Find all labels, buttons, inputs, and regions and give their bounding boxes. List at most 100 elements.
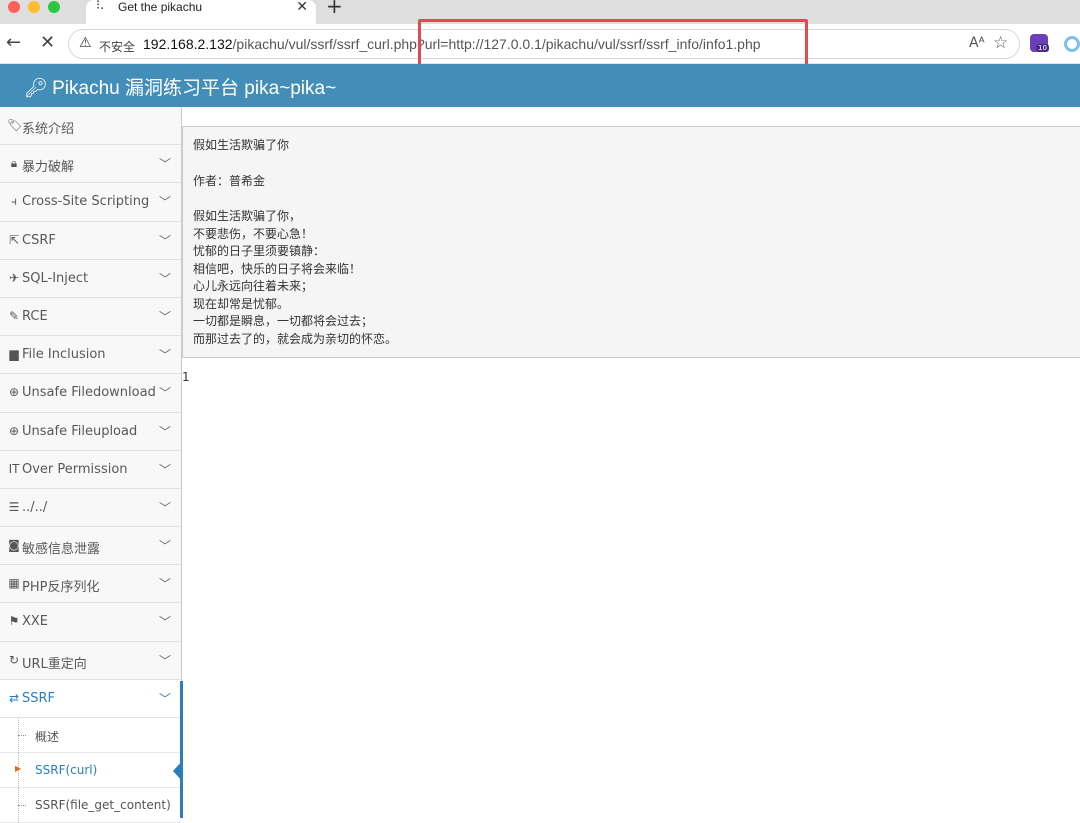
text-cursor-icon: IT bbox=[8, 461, 20, 476]
chevron-down-icon: ﹀ bbox=[158, 233, 171, 248]
sidebar-item-label: 系统介绍 bbox=[22, 122, 75, 137]
sidebar-item-path-traversal[interactable]: ☰ ../../ ﹀ bbox=[0, 488, 181, 528]
chevron-down-icon: ﹀ bbox=[158, 577, 171, 592]
poem-line: 忧郁的日子里须要镇静： bbox=[193, 244, 326, 258]
sidebar-item-label: Cross-Site Scripting bbox=[22, 194, 150, 210]
key-icon: 🔑︎ bbox=[24, 77, 49, 99]
tree-branch bbox=[18, 735, 26, 736]
sidebar-subitem-ssrf-curl[interactable]: ▶ SSRF(curl) bbox=[0, 753, 183, 788]
stop-loading-icon[interactable]: ✕ bbox=[40, 32, 55, 54]
poem-line: 现在却常是忧郁。 bbox=[193, 296, 290, 311]
file-icon: ▆ bbox=[9, 347, 19, 362]
warning-triangle-icon[interactable]: ⚠ bbox=[79, 35, 92, 51]
grid-icon: ▦ bbox=[8, 576, 20, 591]
window-minimize-button[interactable] bbox=[28, 1, 40, 13]
share-icon: ⇱ bbox=[8, 232, 20, 247]
sidebar-item-label: RCE bbox=[22, 308, 48, 324]
extension-badge: 10 bbox=[1036, 44, 1049, 52]
new-tab-icon[interactable]: + bbox=[326, 0, 343, 16]
loading-icon: ⁝. bbox=[96, 0, 105, 13]
sidebar-item-sql-inject[interactable]: ✈ SQL-Inject ﹀ bbox=[0, 259, 181, 298]
sidebar-item-label: PHP反序列化 bbox=[22, 580, 100, 596]
code-fork-icon: ⫞ bbox=[10, 194, 17, 209]
sidebar: 🏷︎ 系统介绍 🔒︎ 暴力破解 ﹀ ⫞ Cross-Site Scripting… bbox=[0, 107, 183, 823]
browser-tab-bar: ⁝. Get the pikachu ✕ + bbox=[0, 0, 1080, 24]
chevron-down-icon: ﹀ bbox=[158, 653, 171, 668]
poem-line: 假如生活欺骗了你， bbox=[193, 209, 302, 223]
url-text[interactable]: 192.168.2.132/pikachu/vul/ssrf/ssrf_curl… bbox=[143, 36, 761, 52]
sidebar-subitem-overview[interactable]: 概述 bbox=[0, 718, 181, 753]
chevron-down-icon: ﹀ bbox=[158, 424, 171, 439]
back-arrow-icon[interactable]: ← bbox=[6, 32, 21, 54]
poem-author: 作者：普希金 bbox=[193, 173, 266, 188]
address-bar[interactable]: ⚠ 不安全 192.168.2.132/pikachu/vul/ssrf/ssr… bbox=[68, 29, 1020, 59]
chevron-down-icon: ﹀ bbox=[158, 271, 171, 286]
chevron-down-icon: ﹀ bbox=[158, 539, 171, 554]
sidebar-item-xss[interactable]: ⫞ Cross-Site Scripting ﹀ bbox=[0, 183, 181, 222]
sidebar-item-unsafe-filedownload[interactable]: ⊕ Unsafe Filedownload ﹀ bbox=[0, 374, 181, 413]
sidebar-item-xxe[interactable]: ⚑ XXE ﹀ bbox=[0, 603, 181, 642]
sidebar-item-info-leak[interactable]: ◙ 敏感信息泄露 ﹀ bbox=[0, 527, 181, 566]
sidebar-item-label: CSRF bbox=[22, 232, 56, 248]
list-icon: ☰ bbox=[8, 499, 20, 514]
sidebar-item-php-unserialize[interactable]: ▦ PHP反序列化 ﹀ bbox=[0, 565, 181, 604]
sidebar-item-file-inclusion[interactable]: ▆ File Inclusion ﹀ bbox=[0, 336, 181, 375]
chevron-down-icon: ﹀ bbox=[158, 157, 171, 172]
chevron-down-icon: ﹀ bbox=[158, 462, 171, 477]
fetched-content-box: 假如生活欺骗了你 作者：普希金 假如生活欺骗了你， 不要悲伤，不要心急！ 忧郁的… bbox=[182, 126, 1080, 358]
read-aloud-icon[interactable]: Aᴬ bbox=[969, 35, 985, 51]
app-title[interactable]: 🔑︎ Pikachu 漏洞练习平台 pika~pika~ bbox=[24, 73, 336, 100]
window-zoom-button[interactable] bbox=[48, 1, 60, 13]
pencil-icon: ✎ bbox=[8, 308, 20, 323]
sidebar-subitem-label: 概述 bbox=[35, 730, 60, 744]
sidebar-item-csrf[interactable]: ⇱ CSRF ﹀ bbox=[0, 221, 181, 260]
tab-close-icon[interactable]: ✕ bbox=[296, 0, 308, 15]
url-path: /pikachu/vul/ssrf/ssrf_curl.php bbox=[232, 36, 417, 52]
sidebar-item-ssrf[interactable]: ⇄ SSRF ﹀ bbox=[0, 679, 181, 718]
url-query: ?url=http://127.0.0.1/pikachu/vul/ssrf/s… bbox=[416, 36, 761, 52]
browser-toolbar: ← ✕ ⚠ 不安全 192.168.2.132/pikachu/vul/ssrf… bbox=[0, 24, 1080, 64]
sidebar-item-label: URL重定向 bbox=[22, 656, 87, 672]
security-label[interactable]: 不安全 bbox=[99, 38, 135, 55]
camera-icon: ◙ bbox=[8, 538, 20, 553]
result-value: 1 bbox=[182, 370, 190, 384]
sidebar-item-intro[interactable]: 🏷︎ 系统介绍 bbox=[0, 107, 181, 146]
poem-line: 一切都是瞬息，一切都将会过去； bbox=[193, 314, 374, 328]
sidebar-item-label: 敏感信息泄露 bbox=[22, 542, 101, 558]
active-section-bar bbox=[180, 681, 183, 818]
poem-line: 相信吧，快乐的日子将会来临！ bbox=[193, 261, 362, 276]
poem-line: 而那过去了的，就会成为亲切的怀恋。 bbox=[193, 331, 398, 346]
url-host: 192.168.2.132 bbox=[143, 36, 233, 52]
poem-line: 心儿永远向往着未来； bbox=[193, 279, 314, 293]
sidebar-item-label: SQL-Inject bbox=[22, 270, 89, 286]
sidebar-item-label: 暴力破解 bbox=[22, 160, 75, 176]
chevron-down-icon: ﹀ bbox=[158, 195, 171, 210]
sidebar-item-unsafe-fileupload[interactable]: ⊕ Unsafe Fileupload ﹀ bbox=[0, 412, 181, 451]
chevron-down-icon: ﹀ bbox=[158, 348, 171, 363]
poem-title: 假如生活欺骗了你 bbox=[193, 138, 290, 152]
exchange-icon: ⇄ bbox=[8, 690, 20, 705]
lock-icon: 🔒︎ bbox=[10, 156, 18, 171]
plane-icon: ✈ bbox=[8, 270, 20, 285]
sidebar-item-over-permission[interactable]: IT Over Permission ﹀ bbox=[0, 450, 181, 489]
sidebar-item-rce[interactable]: ✎ RCE ﹀ bbox=[0, 297, 181, 337]
sidebar-item-label: File Inclusion bbox=[22, 347, 106, 363]
sidebar-subitem-label: SSRF(curl) bbox=[35, 763, 98, 777]
refresh-icon: ↻ bbox=[8, 652, 20, 667]
sidebar-item-label: XXE bbox=[22, 614, 49, 630]
sidebar-item-url-redirect[interactable]: ↻ URL重定向 ﹀ bbox=[0, 641, 181, 680]
app-title-text: Pikachu 漏洞练习平台 pika~pika~ bbox=[52, 78, 337, 99]
flag-icon: ⚑ bbox=[8, 614, 20, 629]
favorite-star-icon[interactable]: ☆ bbox=[993, 33, 1008, 53]
profile-circle-icon[interactable] bbox=[1064, 36, 1080, 52]
window-close-button[interactable] bbox=[8, 1, 20, 13]
browser-tab[interactable]: ⁝. Get the pikachu ✕ bbox=[86, 0, 316, 24]
sidebar-item-brute-force[interactable]: 🔒︎ 暴力破解 ﹀ bbox=[0, 145, 181, 184]
sidebar-subitem-label: SSRF(file_get_content) bbox=[35, 798, 171, 812]
poem-line: 不要悲伤，不要心急！ bbox=[193, 226, 314, 241]
tab-title: Get the pikachu bbox=[118, 0, 203, 14]
chevron-down-icon: ﹀ bbox=[158, 615, 171, 630]
sidebar-item-label: Unsafe Fileupload bbox=[22, 423, 138, 439]
app-header: 🔑︎ Pikachu 漏洞练习平台 pika~pika~ bbox=[0, 64, 1080, 107]
tree-branch bbox=[18, 805, 26, 806]
